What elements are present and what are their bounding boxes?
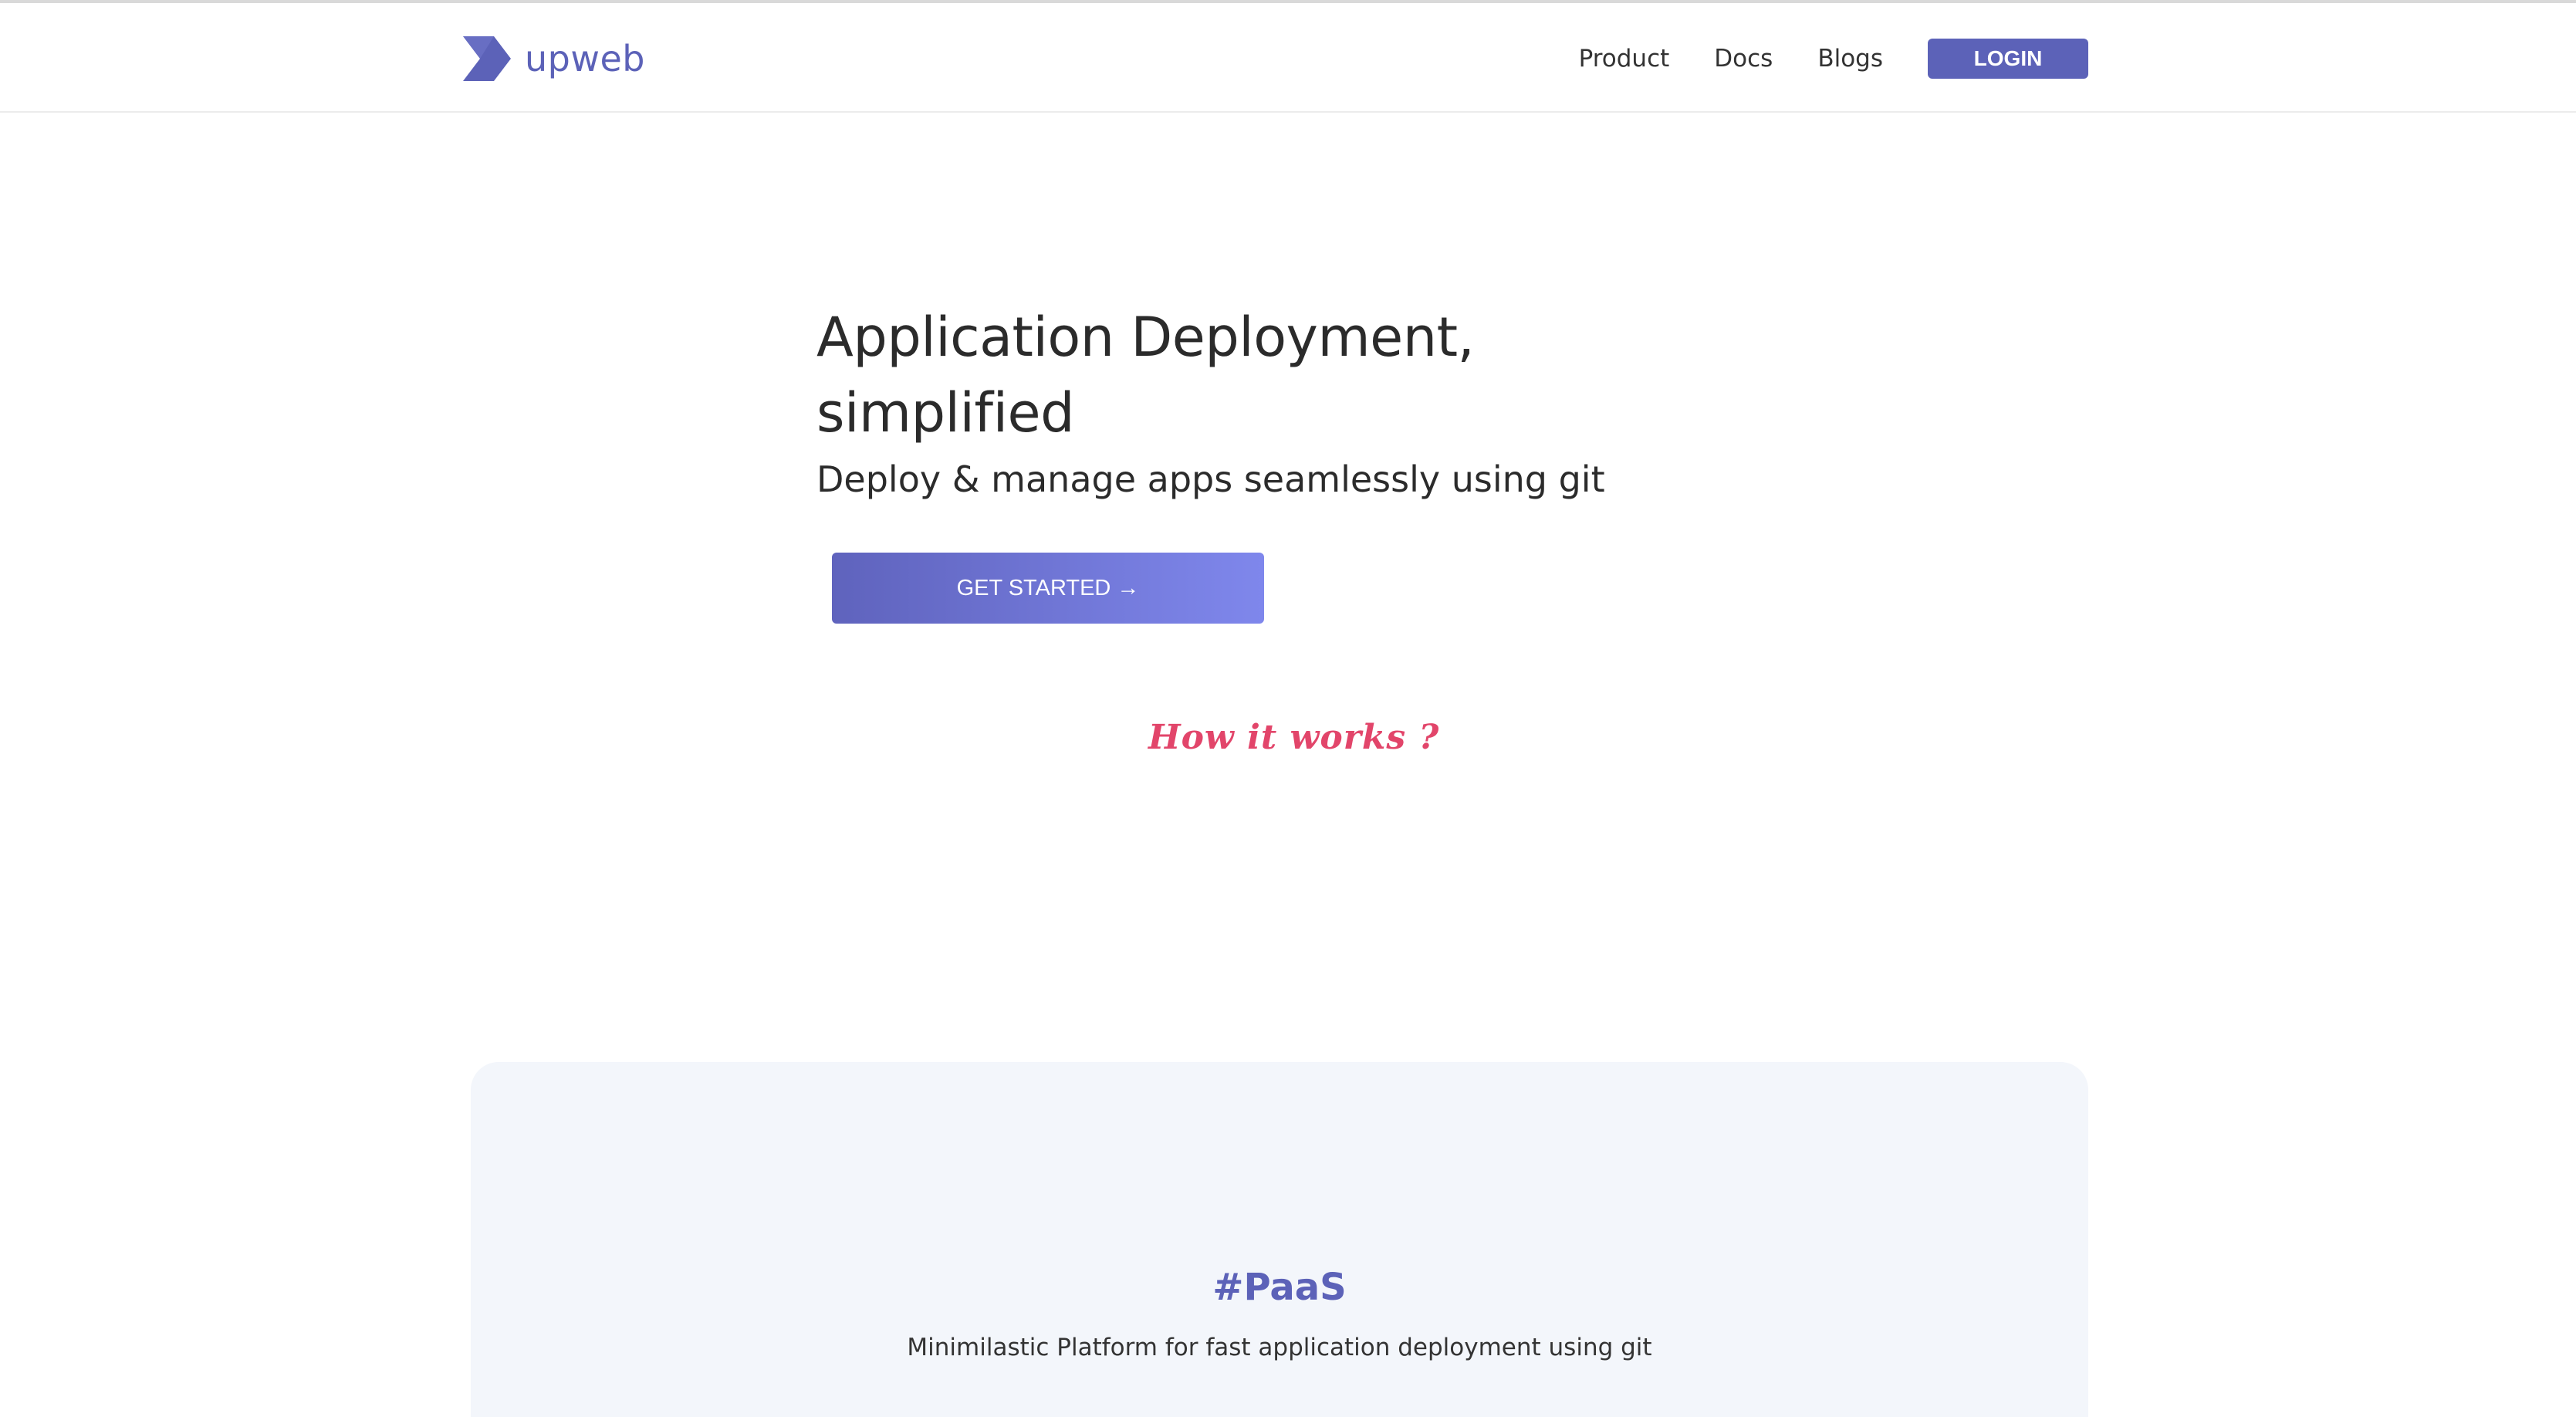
get-started-button[interactable]: GET STARTED →	[832, 553, 1264, 624]
login-button[interactable]: LOGIN	[1928, 39, 2088, 79]
brand-name: upweb	[525, 38, 645, 79]
hero-subtitle: Deploy & manage apps seamlessly using gi…	[816, 458, 1605, 500]
page: upweb Product Docs Blogs LOGIN Applicati…	[0, 0, 2576, 1417]
main-nav: Product Docs Blogs LOGIN	[1579, 37, 2088, 80]
nav-link-product[interactable]: Product	[1579, 45, 1670, 73]
hero-title: Application Deployment, simplified	[816, 306, 1475, 445]
feature-description: Minimilastic Platform for fast applicati…	[907, 1334, 1652, 1361]
feature-title: #PaaS	[1212, 1266, 1347, 1309]
site-header: upweb Product Docs Blogs LOGIN	[0, 3, 2576, 113]
how-it-works-link[interactable]: How it works ?	[1148, 718, 1438, 757]
nav-link-blogs[interactable]: Blogs	[1817, 45, 1883, 73]
brand-logo[interactable]: upweb	[463, 34, 645, 83]
nav-link-docs[interactable]: Docs	[1714, 45, 1773, 73]
feature-card: #PaaS Minimilastic Platform for fast app…	[471, 1062, 2088, 1417]
upweb-logo-icon	[463, 36, 511, 81]
